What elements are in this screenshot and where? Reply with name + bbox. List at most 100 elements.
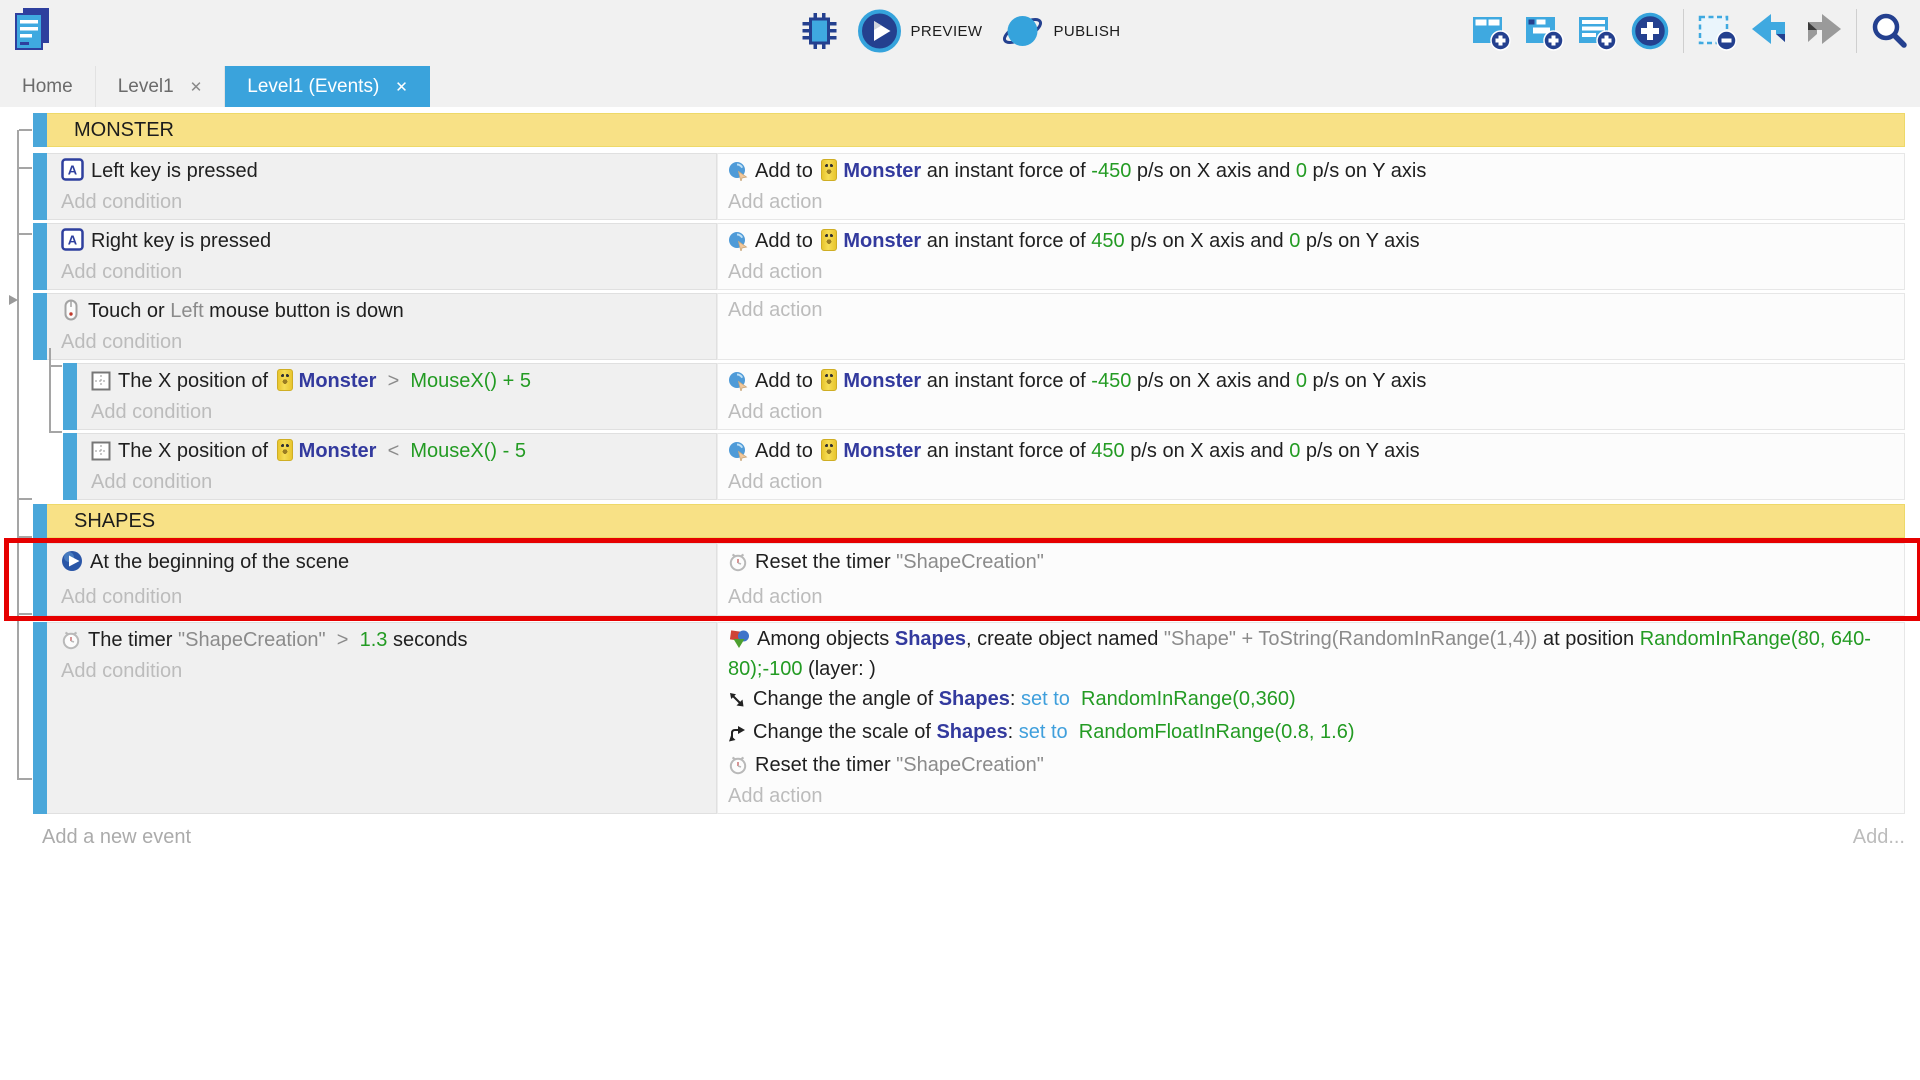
event-selection-bar[interactable] [33,293,47,360]
add-condition-link[interactable]: Add condition [61,658,706,685]
condition-line[interactable]: The X position of Monster < MouseX() - 5 [91,437,706,469]
add-condition-link[interactable]: Add condition [61,329,706,356]
action-line[interactable]: Change the angle of Shapes: set to Rando… [728,685,1894,717]
scale-icon [728,722,746,750]
add-condition-link[interactable]: Add condition [61,259,706,286]
close-icon[interactable]: ✕ [190,78,203,96]
actions-cell[interactable]: Add to Monster an instant force of 450 p… [717,433,1905,500]
condition-line[interactable]: The X position of Monster > MouseX() + 5 [91,367,706,399]
group-title-shapes[interactable]: SHAPES [47,504,1905,538]
expand-arrow-icon[interactable] [9,295,18,305]
add-more-button[interactable] [1630,11,1670,51]
condition-line[interactable]: Touch or Left mouse button is down [61,297,706,329]
add-action-link[interactable]: Add action [728,582,1894,612]
force-icon [728,371,748,399]
conditions-cell[interactable]: The X position of Monster < MouseX() - 5… [77,433,717,500]
action-line[interactable]: Add to Monster an instant force of 450 p… [728,437,1894,469]
preview-button[interactable]: PREVIEW [858,9,983,53]
subevent-tree-tick [51,365,62,367]
delete-selection-icon [1697,11,1737,51]
event-selection-bar[interactable] [33,543,47,616]
actions-cell[interactable]: Reset the timer "ShapeCreation" Add acti… [717,543,1905,616]
group-selection-bar[interactable] [33,504,47,538]
conditions-cell[interactable]: The X position of Monster > MouseX() + 5… [77,363,717,430]
event-tree-tick [19,498,32,500]
add-subevent-button[interactable] [1524,11,1564,51]
action-line[interactable]: Reset the timer "ShapeCreation" [728,751,1894,783]
group-selection-bar[interactable] [33,113,47,147]
add-action-link[interactable]: Add action [728,297,1894,324]
tab-scene-events[interactable]: Level1 (Events) ✕ [225,66,430,107]
svg-text:A: A [68,233,78,248]
actions-cell[interactable]: Add action [717,293,1905,360]
conditions-cell[interactable]: ALeft key is pressed Add condition [47,153,717,220]
tab-home[interactable]: Home [0,66,96,107]
timer-icon [728,551,748,582]
search-button[interactable] [1870,11,1910,51]
toolbar-separator [1856,9,1857,53]
create-objects-icon [728,629,750,656]
action-line[interactable]: Among objects Shapes, create object name… [728,626,1894,682]
sheet-footer: Add a new event Add... [42,826,1905,849]
debug-button[interactable] [800,11,840,51]
event-selection-bar[interactable] [63,433,77,500]
subevent-row: The X position of Monster > MouseX() + 5… [63,363,1905,430]
actions-cell[interactable]: Add to Monster an instant force of 450 p… [717,223,1905,290]
action-line[interactable]: Add to Monster an instant force of 450 p… [728,227,1894,259]
add-action-link[interactable]: Add action [728,259,1894,286]
action-line[interactable]: Add to Monster an instant force of -450 … [728,157,1894,189]
action-text: Add to Monster an instant force of -450 … [755,160,1426,182]
group-title-monster[interactable]: MONSTER [47,113,1905,147]
top-toolbar: PREVIEW PUBLISH [0,0,1920,107]
event-selection-bar[interactable] [33,153,47,220]
event-selection-bar[interactable] [33,622,47,814]
condition-line[interactable]: ALeft key is pressed [61,157,706,189]
condition-line[interactable]: ARight key is pressed [61,227,706,259]
project-manager-icon [8,4,58,54]
add-action-link[interactable]: Add action [728,189,1894,216]
action-line[interactable]: Add to Monster an instant force of -450 … [728,367,1894,399]
undo-button[interactable] [1750,11,1790,51]
add-more-link[interactable]: Add... [1853,826,1905,849]
condition-line[interactable]: At the beginning of the scene [61,547,706,582]
plus-circle-icon [1630,11,1670,51]
event-selection-bar[interactable] [33,223,47,290]
tab-bar: Home Level1 ✕ Level1 (Events) ✕ [0,66,430,107]
conditions-cell[interactable]: Touch or Left mouse button is down Add c… [47,293,717,360]
add-condition-link[interactable]: Add condition [91,469,706,496]
conditions-cell[interactable]: The timer "ShapeCreation" > 1.3 seconds … [47,622,717,814]
conditions-cell[interactable]: At the beginning of the scene Add condit… [47,543,717,616]
close-icon[interactable]: ✕ [395,78,408,96]
actions-cell[interactable]: Among objects Shapes, create object name… [717,622,1905,814]
tab-scene[interactable]: Level1 ✕ [96,66,226,107]
condition-line[interactable]: The timer "ShapeCreation" > 1.3 seconds [61,626,706,658]
tab-scene-label: Level1 [118,76,174,98]
force-icon [728,441,748,469]
add-action-link[interactable]: Add action [728,399,1894,426]
redo-button[interactable] [1803,11,1843,51]
add-action-link[interactable]: Add action [728,783,1894,810]
action-line[interactable]: Change the scale of Shapes: set to Rando… [728,718,1894,750]
actions-cell[interactable]: Add to Monster an instant force of -450 … [717,153,1905,220]
add-event-button[interactable] [1471,11,1511,51]
actions-cell[interactable]: Add to Monster an instant force of -450 … [717,363,1905,430]
add-new-event-link[interactable]: Add a new event [42,826,191,849]
project-manager-button[interactable] [8,4,58,54]
add-condition-link[interactable]: Add condition [61,189,706,216]
event-row: At the beginning of the scene Add condit… [33,543,1905,616]
event-tree-line [17,130,19,780]
event-selection-bar[interactable] [63,363,77,430]
event-row: ALeft key is pressed Add condition Add t… [33,153,1905,220]
add-comment-button[interactable] [1577,11,1617,51]
action-line[interactable]: Reset the timer "ShapeCreation" [728,547,1894,582]
highlighted-event-wrapper: At the beginning of the scene Add condit… [0,543,1920,616]
add-action-link[interactable]: Add action [728,469,1894,496]
position-icon [91,441,111,469]
conditions-cell[interactable]: ARight key is pressed Add condition [47,223,717,290]
add-condition-link[interactable]: Add condition [61,582,706,612]
delete-selection-button[interactable] [1697,11,1737,51]
subevent-tree-tick [51,431,62,433]
condition-text: Left key is pressed [91,160,258,182]
add-condition-link[interactable]: Add condition [91,399,706,426]
publish-button[interactable]: PUBLISH [1000,9,1120,53]
